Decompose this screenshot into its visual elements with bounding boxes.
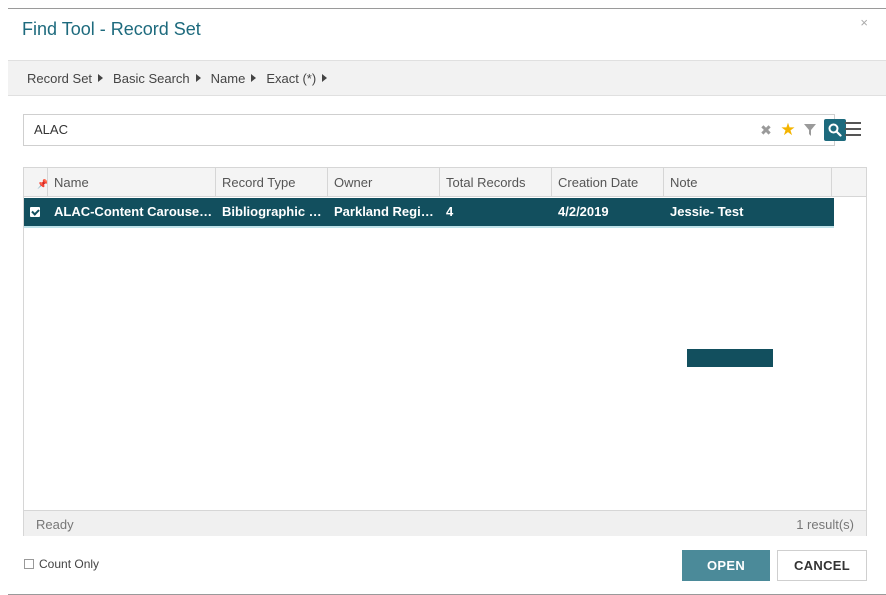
status-text: Ready [36,517,74,532]
drag-indicator [687,349,773,367]
grid-status-bar: Ready 1 result(s) [24,510,866,536]
search-icon [828,123,842,137]
breadcrumb-item-name[interactable]: Name [211,71,257,86]
breadcrumb-label: Basic Search [113,70,190,86]
column-header-note[interactable]: Note [664,168,832,197]
hamburger-menu-icon[interactable] [845,122,861,136]
pin-icon: 📌 [37,179,48,189]
breadcrumb-label: Name [210,70,246,86]
column-header-creation-date[interactable]: Creation Date [552,168,664,197]
clear-icon[interactable]: ✖ [759,115,773,145]
column-header-owner[interactable]: Owner [328,168,440,197]
search-box: ✖ ★ [23,114,846,146]
filter-icon[interactable] [803,115,817,145]
search-button[interactable] [824,119,846,141]
breadcrumb-item-exact[interactable]: Exact (*) [266,70,328,86]
result-count: 1 result(s) [796,517,854,532]
cancel-button[interactable]: CANCEL [777,550,867,581]
grid-header: 📌 Name Record Type Owner Total Records C… [24,168,866,197]
search-input[interactable] [34,122,714,137]
pin-column-header[interactable]: 📌 [24,168,48,197]
breadcrumb-item-basic-search[interactable]: Basic Search [113,71,201,86]
cell-note: Jessie- Test [670,204,744,219]
caret-right-icon [98,74,104,82]
breadcrumb-item-record-set[interactable]: Record Set [27,70,104,86]
find-tool-dialog: Find Tool - Record Set × Record Set Basi… [8,8,886,595]
breadcrumb-label: Record Set [27,70,93,86]
cell-total-records: 4 [446,204,454,219]
caret-right-icon [322,74,328,82]
close-icon[interactable]: × [860,15,868,30]
checkbox-box[interactable] [24,559,34,569]
breadcrumb: Record Set Basic Search Name Exact (*) [8,60,886,96]
dialog-title: Find Tool - Record Set [22,19,201,39]
cell-record-type: Bibliographic Records [222,204,326,219]
count-only-label: Count Only [39,557,100,571]
count-only-checkbox[interactable]: Count Only [24,557,99,571]
breadcrumb-label: Exact (*) [266,70,317,86]
column-header-record-type[interactable]: Record Type [216,168,328,197]
cell-creation-date: 4/2/2019 [558,204,609,219]
caret-right-icon [195,74,201,82]
table-row[interactable]: ALAC-Content Carousel-Bibliographic Reco… [24,198,834,226]
column-header-total-records[interactable]: Total Records [440,168,552,197]
cell-name: ALAC-Content Carousel-Bibliographic Reco… [54,204,214,219]
results-grid: 📌 Name Record Type Owner Total Records C… [23,167,867,536]
column-header-name[interactable]: Name [48,168,216,197]
cell-owner: Parkland Regional Library [334,204,438,219]
row-checkbox[interactable] [30,207,40,217]
caret-right-icon [251,74,257,82]
open-button[interactable]: OPEN [682,550,770,581]
star-icon[interactable]: ★ [780,115,796,145]
